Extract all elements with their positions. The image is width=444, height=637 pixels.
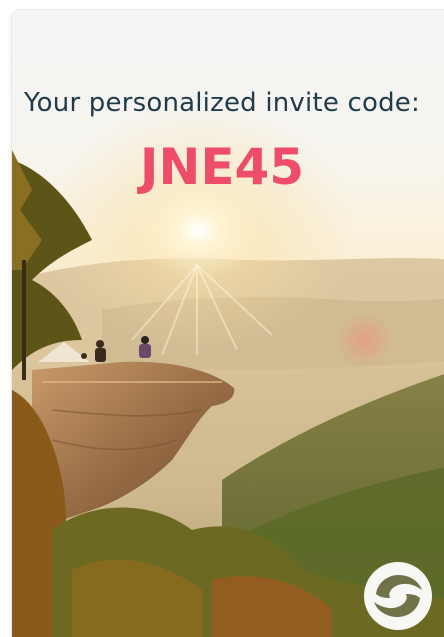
page: Your personalized invite code: JNE45 [0, 0, 444, 637]
swirl-logo-icon [364, 562, 432, 630]
invite-code: JNE45 [139, 138, 305, 196]
invite-card: Your personalized invite code: JNE45 [12, 10, 444, 637]
invite-headline: Your personalized invite code: [24, 88, 420, 118]
